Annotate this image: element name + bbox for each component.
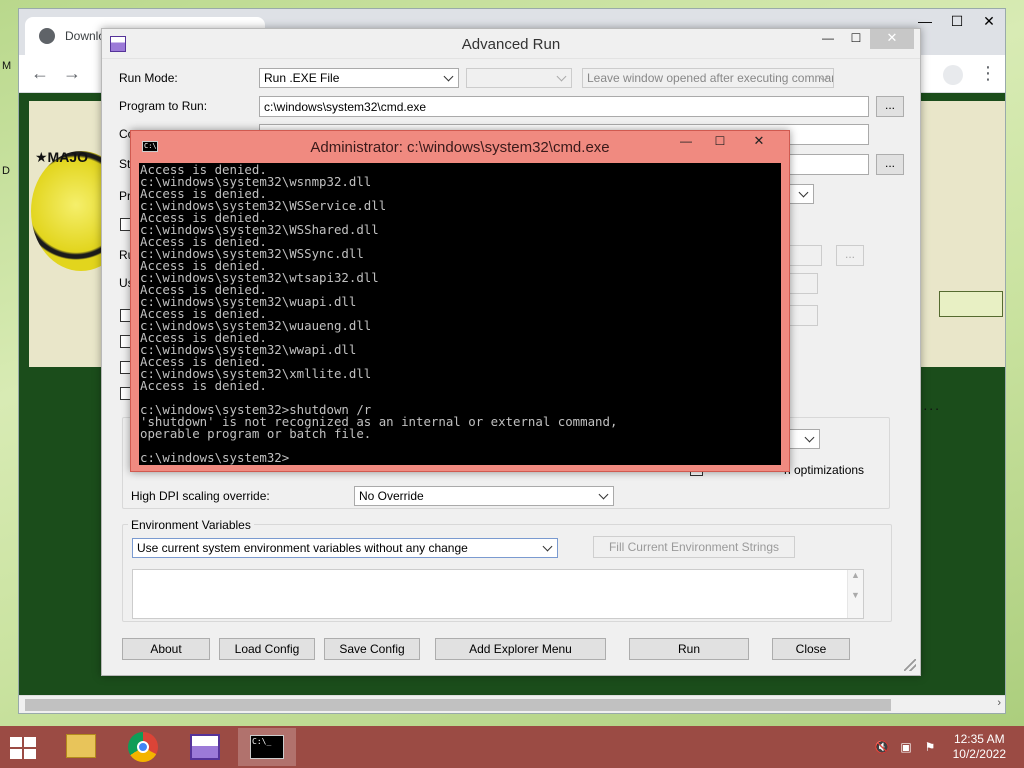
command-prompt-window: C:\ Administrator: c:\windows\system32\c…: [130, 130, 790, 472]
taskbar-command-prompt[interactable]: C:\_: [238, 728, 296, 766]
close-button[interactable]: ✕: [973, 9, 1005, 35]
back-icon[interactable]: ←: [31, 63, 49, 84]
maximize-button[interactable]: ☐: [842, 29, 870, 49]
chevron-down-icon: [598, 489, 609, 500]
cmd-icon: C:\_: [250, 735, 284, 759]
taskbar-file-explorer[interactable]: [52, 728, 110, 766]
windows-start-icon[interactable]: [10, 737, 38, 759]
volume-muted-icon[interactable]: 🔇: [874, 740, 890, 754]
chevron-down-icon: [798, 187, 809, 198]
secondary-mode-select[interactable]: [466, 68, 572, 88]
browser-window-controls: — ☐ ✕: [909, 9, 1005, 35]
environment-mode-value: Use current system environment variables…: [137, 541, 468, 555]
high-dpi-select[interactable]: No Override: [354, 486, 614, 506]
maximize-button[interactable]: ☐: [703, 131, 737, 153]
leave-window-select[interactable]: Leave window opened after executing comm…: [582, 68, 834, 88]
compatibility-select[interactable]: [788, 429, 820, 449]
environment-mode-select[interactable]: Use current system environment variables…: [132, 538, 558, 558]
environment-variables-label: Environment Variables: [128, 518, 254, 532]
close-button[interactable]: ✕: [737, 131, 781, 153]
program-to-run-label: Program to Run:: [119, 99, 208, 113]
command-prompt-controls: — ☐ ✕: [669, 131, 781, 153]
command-prompt-titlebar[interactable]: C:\ Administrator: c:\windows\system32\c…: [131, 131, 789, 161]
globe-icon: [39, 28, 55, 44]
close-button[interactable]: ✕: [870, 29, 914, 49]
site-logo-text: ★MAJO: [35, 149, 88, 165]
browser-tab-title: Downlo: [65, 29, 106, 43]
chevron-down-icon: [804, 432, 815, 443]
window-title: Advanced Run: [461, 36, 561, 53]
resize-grip-icon[interactable]: [904, 659, 916, 671]
leave-window-value: Leave window opened after executing comm…: [587, 71, 834, 85]
folder-icon: [66, 734, 96, 758]
clock-time: 12:35 AM: [953, 732, 1005, 746]
program-to-run-input[interactable]: c:\windows\system32\cmd.exe: [259, 96, 869, 117]
console-output[interactable]: Access is denied. c:\windows\system32\ws…: [139, 163, 781, 465]
save-config-button[interactable]: Save Config: [324, 638, 420, 660]
optimizations-label: n optimizations: [784, 463, 865, 477]
add-explorer-menu-button[interactable]: Add Explorer Menu: [435, 638, 606, 660]
chevron-down-icon: [443, 71, 454, 82]
run-mode-value: Run .EXE File: [264, 71, 340, 85]
minimize-button[interactable]: —: [669, 131, 703, 153]
profile-icon[interactable]: [943, 65, 963, 85]
desktop-icon-label-fragment: M: [2, 60, 12, 72]
system-clock[interactable]: 12:35 AM 10/2/2022: [953, 732, 1006, 762]
run-mode-select[interactable]: Run .EXE File: [259, 68, 459, 88]
browser-horizontal-scrollbar[interactable]: ›: [19, 695, 1005, 713]
advanced-run-icon: [190, 734, 220, 760]
browse-program-button[interactable]: ...: [876, 96, 904, 117]
high-dpi-label: High DPI scaling override:: [131, 489, 270, 503]
load-config-button[interactable]: Load Config: [219, 638, 315, 660]
scrollbar-thumb[interactable]: [25, 699, 891, 711]
close-dialog-button[interactable]: Close: [772, 638, 850, 660]
desktop-icon-label-fragment: D: [2, 165, 10, 177]
run-button[interactable]: Run: [629, 638, 749, 660]
chevron-down-icon: [542, 541, 553, 552]
console-text: Access is denied. c:\windows\system32\ws…: [140, 163, 618, 465]
about-button[interactable]: About: [122, 638, 210, 660]
chrome-icon-center: [137, 741, 149, 753]
browse-run-as-button[interactable]: ...: [836, 245, 864, 266]
run-mode-label: Run Mode:: [119, 71, 178, 85]
taskbar-chrome[interactable]: [114, 728, 172, 766]
environment-strings-textarea[interactable]: ▲ ▼: [132, 569, 864, 619]
clock-date: 10/2/2022: [952, 747, 1006, 761]
minimize-button[interactable]: —: [814, 29, 842, 49]
start-directory-label: St: [119, 157, 131, 171]
taskbar: C:\_ 🔇 ▣ ⚑ 12:35 AM 10/2/2022: [0, 726, 1024, 768]
textarea-scrollbar[interactable]: ▲ ▼: [847, 570, 863, 618]
action-center-icon[interactable]: ⚑: [922, 740, 938, 754]
taskbar-advanced-run[interactable]: [176, 728, 234, 766]
chevron-down-icon: [556, 71, 567, 82]
window-controls: — ☐ ✕: [814, 29, 914, 49]
more-menu-icon[interactable]: ⋮: [979, 63, 997, 84]
scroll-right-icon[interactable]: ›: [997, 697, 1001, 709]
forward-icon[interactable]: →: [63, 63, 81, 84]
fill-environment-strings-button[interactable]: Fill Current Environment Strings: [593, 536, 795, 558]
browse-directory-button[interactable]: ...: [876, 154, 904, 175]
page-input-box[interactable]: [939, 291, 1003, 317]
maximize-button[interactable]: ☐: [941, 9, 973, 35]
network-icon[interactable]: ▣: [898, 740, 914, 754]
high-dpi-value: No Override: [359, 489, 424, 503]
advanced-run-titlebar[interactable]: Advanced Run — ☐ ✕: [102, 29, 920, 59]
